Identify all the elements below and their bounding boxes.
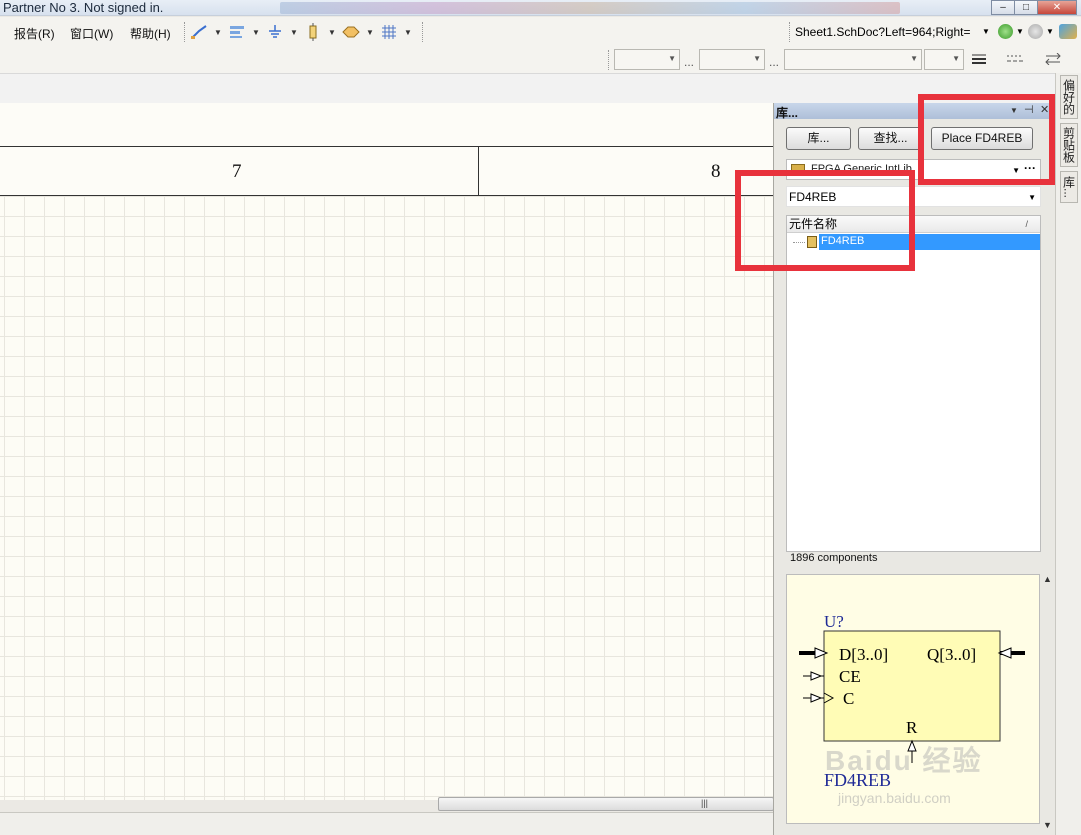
watermark: Baidu 经验 bbox=[825, 745, 983, 776]
chevron-down-icon: ▼ bbox=[910, 54, 918, 63]
chevron-down-icon[interactable]: ▼ bbox=[288, 28, 300, 37]
address-bar[interactable]: Sheet1.SchDoc?Left=964;Right= bbox=[795, 22, 993, 42]
designator-text: U? bbox=[824, 612, 844, 631]
chevron-down-icon: ▼ bbox=[668, 54, 676, 63]
back-icon[interactable] bbox=[998, 24, 1013, 39]
combo-box[interactable]: ▼ bbox=[784, 49, 922, 70]
menu-report[interactable]: 报告(R) bbox=[14, 25, 55, 42]
forward-icon[interactable] bbox=[1028, 24, 1043, 39]
schematic-canvas[interactable] bbox=[0, 103, 774, 800]
chevron-down-icon[interactable]: ▼ bbox=[326, 28, 338, 37]
pin-ce-label: CE bbox=[839, 667, 861, 686]
annotation-box bbox=[918, 94, 1055, 185]
window-title: Partner No 3. Not signed in. bbox=[3, 0, 164, 15]
annotation-box bbox=[735, 170, 915, 271]
search-button[interactable]: 查找... bbox=[858, 127, 923, 150]
chevron-down-icon[interactable]: ▼ bbox=[1016, 27, 1024, 36]
combo-box[interactable]: ▼ bbox=[699, 49, 765, 70]
chevron-down-icon: ▼ bbox=[753, 54, 761, 63]
zone-divider bbox=[478, 147, 479, 196]
pin-ce-arrow bbox=[810, 671, 823, 681]
tab-libraries[interactable]: 库... bbox=[1060, 171, 1078, 203]
symbol-preview: U? D[3..0] Q[3..0] CE C R FD4REB bbox=[786, 574, 1040, 824]
wire-tool-icon[interactable] bbox=[186, 22, 212, 42]
pin-c-label: C bbox=[843, 689, 854, 708]
symbol-drawing: U? D[3..0] Q[3..0] CE C R FD4REB bbox=[799, 612, 1025, 790]
tab-favorites[interactable]: 偏好的 bbox=[1060, 75, 1078, 119]
arrow-style-icon[interactable] bbox=[1040, 49, 1066, 69]
menu-window[interactable]: 窗口(W) bbox=[70, 25, 113, 42]
toolbar-separator bbox=[789, 22, 791, 42]
watermark-url: jingyan.baidu.com bbox=[838, 790, 951, 806]
panel-title: 库... bbox=[776, 106, 799, 120]
home-icon[interactable] bbox=[1059, 24, 1077, 39]
ground-power-icon[interactable] bbox=[262, 22, 288, 42]
minimize-button[interactable]: – bbox=[991, 0, 1015, 15]
title-bar: Partner No 3. Not signed in. – □ ✕ bbox=[0, 0, 1081, 16]
chevron-down-icon[interactable]: ▼ bbox=[982, 27, 990, 36]
maximize-button[interactable]: □ bbox=[1014, 0, 1038, 15]
drawing-toolbar: ▼ ▼ ▼ ▼ ▼ ▼ bbox=[186, 22, 414, 42]
component-tool-icon[interactable] bbox=[300, 22, 326, 42]
side-tab-strip: 偏好的 剪贴板 库... bbox=[1055, 73, 1081, 835]
pin-c-arrow bbox=[810, 693, 823, 703]
chevron-down-icon[interactable]: ▼ bbox=[1028, 193, 1036, 202]
scroll-down-icon[interactable]: ▼ bbox=[1043, 820, 1052, 830]
chevron-down-icon[interactable]: ▼ bbox=[250, 28, 262, 37]
zone-label: 7 bbox=[232, 161, 242, 182]
toolbar-separator bbox=[608, 50, 610, 70]
taskbar-blur bbox=[280, 2, 900, 14]
zone-label: 8 bbox=[711, 161, 721, 182]
document-tab-strip bbox=[0, 73, 1055, 103]
scroll-up-icon[interactable]: ▲ bbox=[1043, 574, 1052, 584]
tab-clipboard[interactable]: 剪贴板 bbox=[1060, 123, 1078, 167]
more-dots: ... bbox=[684, 55, 695, 69]
port-tool-icon[interactable] bbox=[338, 22, 364, 42]
component-count: 1896 components bbox=[790, 552, 878, 564]
line-style-icon[interactable] bbox=[1002, 49, 1028, 69]
sort-indicator: / bbox=[1025, 219, 1028, 229]
sheet-border bbox=[0, 103, 774, 147]
combo-box[interactable]: ▼ bbox=[614, 49, 680, 70]
close-button[interactable]: ✕ bbox=[1037, 0, 1077, 15]
toolbar-separator bbox=[422, 22, 424, 42]
combo-box[interactable]: ▼ bbox=[924, 49, 964, 70]
pin-q-arrow bbox=[997, 647, 1012, 659]
sheet-zone-row: 7 8 bbox=[0, 147, 774, 196]
chevron-down-icon[interactable]: ▼ bbox=[212, 28, 224, 37]
chevron-down-icon[interactable]: ▼ bbox=[364, 28, 376, 37]
menu-help[interactable]: 帮助(H) bbox=[130, 25, 171, 42]
horizontal-scrollbar[interactable]: ||| bbox=[438, 797, 774, 811]
preview-scrollbar[interactable]: ▲ ▼ bbox=[1041, 574, 1053, 832]
pin-q-label: Q[3..0] bbox=[927, 645, 976, 664]
window-controls: – □ ✕ bbox=[991, 0, 1077, 15]
chevron-down-icon[interactable]: ▼ bbox=[402, 28, 414, 37]
more-dots: ... bbox=[769, 55, 780, 69]
pin-r-label: R bbox=[906, 718, 918, 737]
line-width-icon[interactable] bbox=[966, 49, 992, 69]
chevron-down-icon[interactable]: ▼ bbox=[1046, 27, 1054, 36]
grid-tool-icon[interactable] bbox=[376, 22, 402, 42]
libraries-button[interactable]: 库... bbox=[786, 127, 851, 150]
align-tool-icon[interactable] bbox=[224, 22, 250, 42]
chevron-down-icon: ▼ bbox=[952, 54, 960, 63]
scroll-grip-icon: ||| bbox=[701, 798, 709, 808]
pin-d-label: D[3..0] bbox=[839, 645, 888, 664]
